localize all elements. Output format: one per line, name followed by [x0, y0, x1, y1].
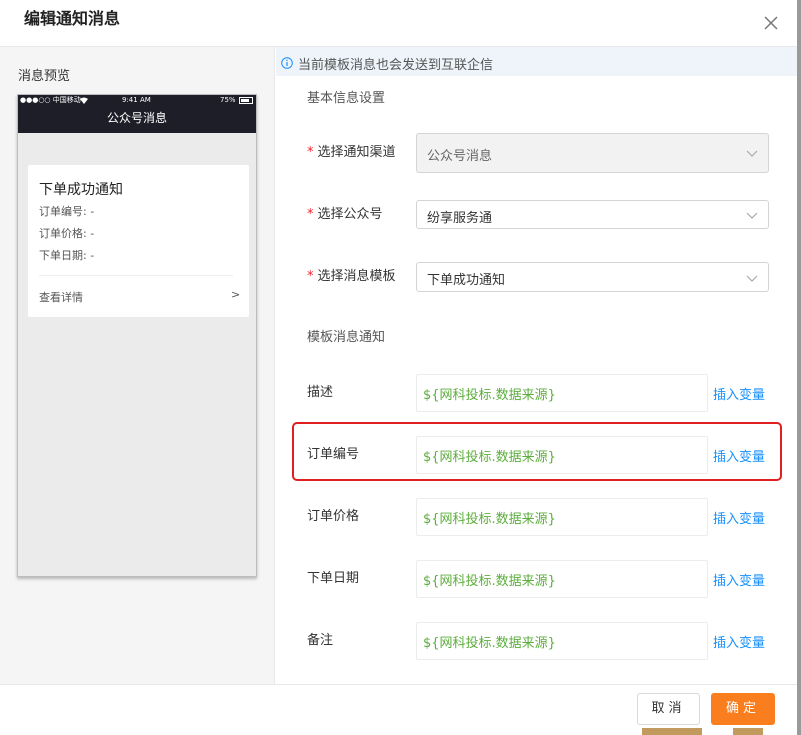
chevron-right-icon: > [231, 288, 241, 301]
chevron-down-icon [746, 275, 758, 282]
info-notice: 当前模板消息也会发送到互联企信 [276, 47, 801, 76]
card-detail-link: 查看详情 [39, 291, 83, 304]
variable-label-remark: 备注 [307, 633, 334, 648]
card-title: 下单成功通知 [39, 182, 123, 198]
variable-value: ${网科投标.数据来源} [423, 388, 556, 403]
required-mark: * [307, 269, 314, 284]
required-mark: * [307, 145, 314, 160]
channel-label: * 选择通知渠道 [307, 145, 396, 160]
variable-value: ${网科投标.数据来源} [423, 512, 556, 527]
template-select-value: 下单成功通知 [427, 273, 506, 288]
card-row-order-number: 订单编号: - [39, 205, 95, 218]
channel-select-value: 公众号消息 [427, 149, 493, 164]
template-select[interactable]: 下单成功通知 [416, 262, 769, 292]
scrollbar-track[interactable] [797, 0, 801, 735]
dialog-footer: 取消 确定 [0, 684, 797, 735]
dialog-header: 编辑通知消息 [0, 0, 801, 47]
variable-field-order-date[interactable]: ${网科投标.数据来源} [416, 560, 708, 598]
insert-variable-link[interactable]: 插入变量 [713, 508, 765, 527]
card-divider [39, 275, 233, 276]
dialog-title: 编辑通知消息 [24, 9, 121, 28]
status-battery-percent: 75% [220, 96, 236, 104]
edit-notification-dialog: 编辑通知消息 消息预览 ●●●○○ 中国移动 9:41 AM 75% 公众号消息… [0, 0, 801, 735]
message-preview-card: 下单成功通知 订单编号: - 订单价格: - 下单日期: - 查看详情 > [28, 165, 249, 317]
account-label: * 选择公众号 [307, 207, 383, 222]
variable-field-order-price[interactable]: ${网科投标.数据来源} [416, 498, 708, 536]
variable-label-description: 描述 [307, 385, 334, 400]
cancel-button[interactable]: 取消 [637, 693, 700, 725]
insert-variable-link[interactable]: 插入变量 [713, 384, 765, 403]
channel-select[interactable]: 公众号消息 [416, 133, 769, 173]
variable-label-order-date: 下单日期 [307, 571, 360, 586]
phone-status-bar: ●●●○○ 中国移动 9:41 AM 75% [18, 95, 256, 106]
card-row-order-date: 下单日期: - [39, 249, 95, 262]
phone-nav-title: 公众号消息 [18, 106, 256, 133]
notice-text: 当前模板消息也会发送到互联企信 [298, 58, 494, 73]
background-strip [642, 728, 702, 735]
account-select-value: 纷享服务通 [427, 211, 493, 226]
close-icon[interactable] [760, 12, 782, 34]
chevron-down-icon [746, 212, 758, 219]
insert-variable-link[interactable]: 插入变量 [713, 632, 765, 651]
variable-field-description[interactable]: ${网科投标.数据来源} [416, 374, 708, 412]
chevron-down-icon [746, 150, 758, 157]
battery-icon [239, 97, 253, 104]
account-select[interactable]: 纷享服务通 [416, 200, 769, 229]
basic-settings-title: 基本信息设置 [307, 91, 386, 106]
preview-pane: 消息预览 ●●●○○ 中国移动 9:41 AM 75% 公众号消息 下单成功通知… [0, 47, 275, 684]
status-carrier: ●●●○○ 中国移动 [20, 96, 81, 104]
info-icon [281, 57, 293, 69]
phone-preview: ●●●○○ 中国移动 9:41 AM 75% 公众号消息 下单成功通知 订单编号… [17, 94, 257, 577]
template-label: * 选择消息模板 [307, 269, 396, 284]
wifi-icon [80, 97, 88, 104]
required-mark: * [307, 207, 314, 222]
card-row-order-price: 订单价格: - [39, 227, 95, 240]
background-strip [733, 728, 763, 735]
variable-value: ${网科投标.数据来源} [423, 574, 556, 589]
variable-label-order-price: 订单价格 [307, 509, 360, 524]
highlight-box [292, 422, 782, 481]
variable-field-remark[interactable]: ${网科投标.数据来源} [416, 622, 708, 660]
template-message-title: 模板消息通知 [307, 330, 386, 345]
insert-variable-link[interactable]: 插入变量 [713, 570, 765, 589]
variable-value: ${网科投标.数据来源} [423, 636, 556, 651]
preview-label: 消息预览 [18, 69, 71, 84]
status-time: 9:41 AM [122, 96, 151, 104]
confirm-button[interactable]: 确定 [711, 693, 775, 725]
